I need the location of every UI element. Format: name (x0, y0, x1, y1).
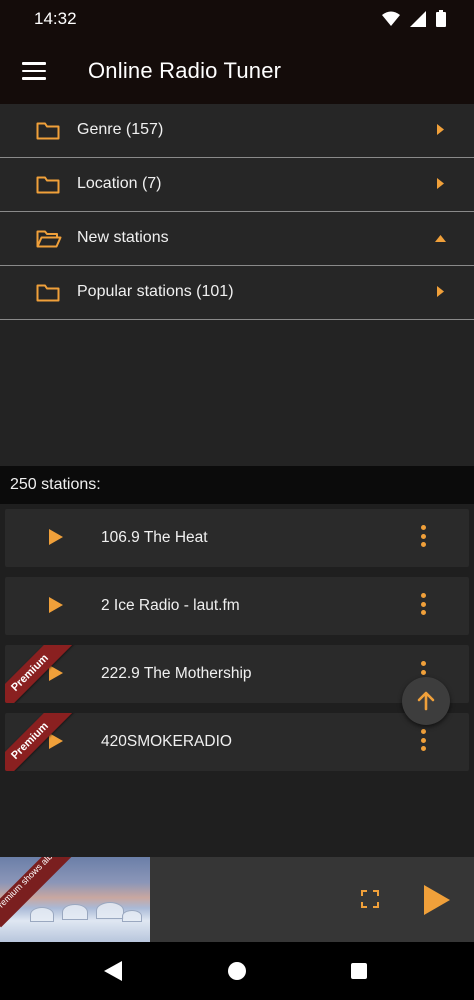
station-item[interactable]: Premium 222.9 The Mothership (5, 645, 469, 703)
album-art: Premium shows album art (0, 857, 150, 942)
station-item[interactable]: Premium 420SMOKERADIO (5, 713, 469, 771)
station-count-header: 250 stations: (0, 466, 474, 504)
play-icon[interactable] (424, 885, 450, 915)
station-count: 250 stations: (10, 476, 101, 493)
page-title: Online Radio Tuner (88, 58, 282, 83)
status-bar: 14:32 (0, 0, 474, 38)
play-icon[interactable] (49, 665, 63, 681)
play-icon[interactable] (49, 529, 63, 545)
folder-genre[interactable]: Genre (157) (0, 104, 474, 158)
station-name: 2 Ice Radio - laut.fm (101, 597, 240, 614)
premium-badge: Premium (5, 713, 76, 771)
folder-label: Genre (157) (77, 121, 164, 138)
folder-label: Location (7) (77, 175, 162, 192)
station-list: 106.9 The Heat 2 Ice Radio - laut.fm Pre… (0, 504, 474, 856)
recents-icon[interactable] (351, 963, 367, 979)
scroll-to-top-button[interactable] (402, 677, 450, 725)
station-name: 106.9 The Heat (101, 529, 208, 546)
back-icon[interactable] (104, 961, 122, 981)
status-icons (382, 10, 446, 27)
more-options-icon[interactable] (421, 593, 427, 617)
station-name: 222.9 The Mothership (101, 665, 252, 682)
play-icon[interactable] (49, 733, 63, 749)
category-list: Genre (157) Location (7) New stations Po… (0, 104, 474, 320)
fullscreen-icon[interactable] (361, 890, 379, 908)
menu-icon[interactable] (22, 62, 46, 80)
arrow-up-icon (417, 691, 435, 711)
mini-player[interactable]: Premium shows album art (0, 857, 474, 942)
station-item[interactable]: 2 Ice Radio - laut.fm (5, 577, 469, 635)
more-options-icon[interactable] (421, 729, 427, 753)
wifi-icon (382, 11, 400, 26)
chevron-right-icon (437, 178, 444, 189)
play-icon[interactable] (49, 597, 63, 613)
folder-location[interactable]: Location (7) (0, 158, 474, 212)
app-bar: Online Radio Tuner (0, 38, 474, 104)
folder-label: New stations (77, 229, 169, 246)
folder-icon (36, 122, 60, 140)
chevron-up-icon (435, 235, 446, 242)
station-item[interactable]: 106.9 The Heat (5, 509, 469, 567)
signal-icon (410, 10, 426, 27)
folder-new-stations[interactable]: New stations (0, 212, 474, 266)
home-icon[interactable] (228, 962, 246, 980)
folder-label: Popular stations (101) (77, 283, 234, 300)
folder-popular-stations[interactable]: Popular stations (101) (0, 266, 474, 320)
empty-area (0, 320, 474, 466)
chevron-right-icon (437, 124, 444, 135)
battery-icon (436, 10, 446, 27)
folder-icon (36, 284, 60, 302)
premium-badge: Premium (5, 645, 76, 703)
status-time: 14:32 (34, 9, 77, 28)
folder-open-icon (36, 230, 62, 248)
station-name: 420SMOKERADIO (101, 733, 232, 750)
system-nav-bar (0, 942, 474, 1000)
more-options-icon[interactable] (421, 525, 427, 549)
folder-icon (36, 176, 60, 194)
chevron-right-icon (437, 286, 444, 297)
